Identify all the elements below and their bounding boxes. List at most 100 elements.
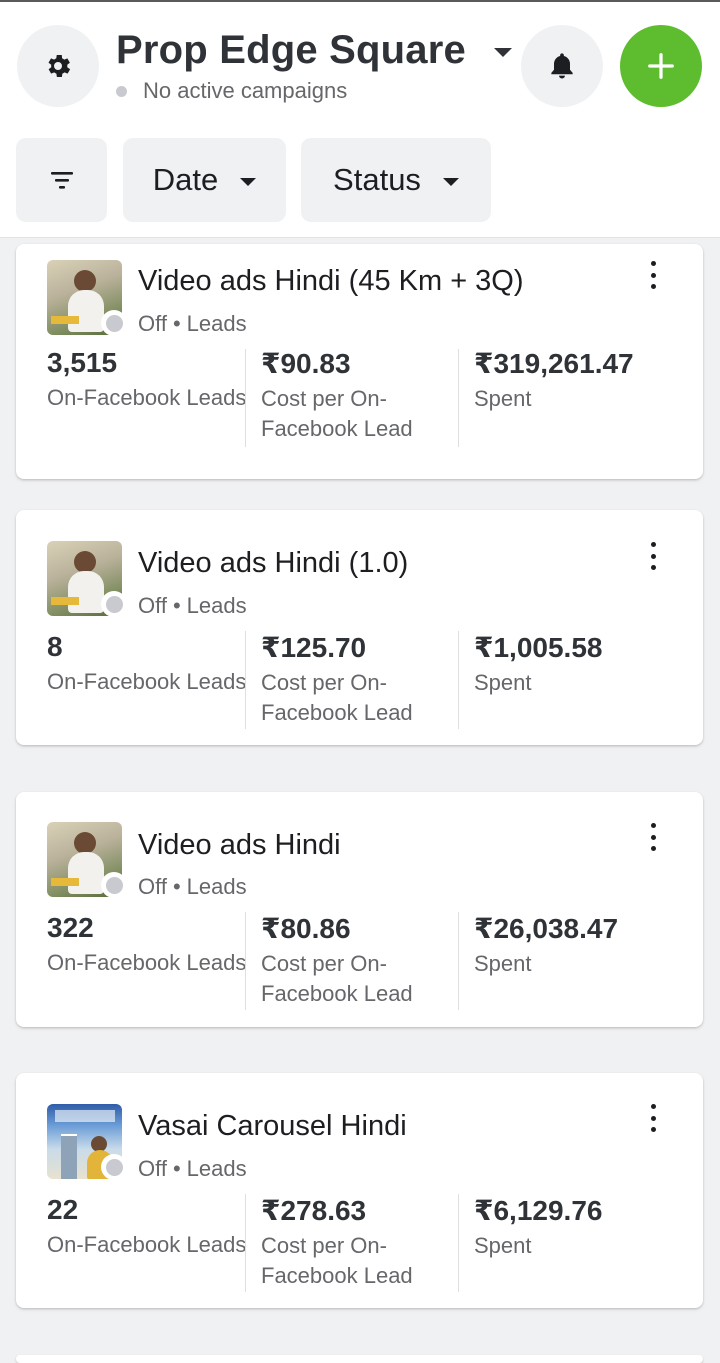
campaign-objective: Leads xyxy=(186,1156,247,1181)
thumbnail-headline xyxy=(55,1110,115,1122)
caret-down-icon xyxy=(442,177,459,186)
divider xyxy=(245,349,246,447)
date-filter-dropdown[interactable]: Date xyxy=(123,138,286,222)
campaign-status: Off xyxy=(138,311,167,336)
results-value: 8 xyxy=(47,631,63,662)
results-value: 22 xyxy=(47,1194,79,1225)
metric-spent: ₹26,038.47 Spent xyxy=(474,912,694,979)
status-indicator xyxy=(101,310,127,336)
dot xyxy=(650,846,656,851)
metric-results: 322 On-Facebook Leads xyxy=(47,912,247,978)
campaign-objective: Leads xyxy=(186,593,247,618)
status-filter-dropdown[interactable]: Status xyxy=(301,138,491,222)
results-label: On-Facebook Leads xyxy=(47,950,247,975)
divider xyxy=(245,1194,246,1292)
spent-label: Spent xyxy=(474,670,532,695)
cost-label: Cost per On-Facebook Lead xyxy=(261,951,413,1006)
metric-results: 22 On-Facebook Leads xyxy=(47,1194,247,1260)
status-indicator-dot xyxy=(105,1158,123,1176)
campaign-status-summary: No active campaigns xyxy=(116,78,347,104)
dot xyxy=(650,284,656,289)
campaign-card[interactable]: Video ads Hindi Off • Leads 322 On-Faceboo… xyxy=(16,792,703,1027)
cost-label: Cost per On-Facebook Lead xyxy=(261,1233,413,1288)
thumbnail-body xyxy=(68,852,104,894)
campaign-status-line: Off • Leads xyxy=(138,311,247,337)
divider xyxy=(245,631,246,729)
campaign-card[interactable]: Video ads Hindi (1.0) Off • Leads 8 On-Fac… xyxy=(16,510,703,745)
spent-label: Spent xyxy=(474,386,532,411)
metric-spent: ₹319,261.47 Spent xyxy=(474,347,694,414)
cost-label: Cost per On-Facebook Lead xyxy=(261,670,413,725)
results-value: 3,515 xyxy=(47,347,118,378)
status-indicator xyxy=(101,1154,127,1180)
dot xyxy=(650,553,656,559)
status-indicator-dot xyxy=(105,314,123,332)
thumbnail-body xyxy=(68,290,104,332)
status-filter-label: Status xyxy=(333,162,421,197)
thumbnail-band xyxy=(51,316,79,324)
account-selector[interactable]: Prop Edge Square xyxy=(116,28,512,73)
campaign-status: Off xyxy=(138,874,167,899)
results-label: On-Facebook Leads xyxy=(47,1232,247,1257)
status-indicator xyxy=(101,591,127,617)
metric-spent: ₹6,129.76 Spent xyxy=(474,1194,694,1261)
campaign-status-line: Off • Leads xyxy=(138,874,247,900)
divider xyxy=(245,912,246,1010)
thumbnail-band xyxy=(51,597,79,605)
metric-cost: ₹90.83 Cost per On-Facebook Lead xyxy=(261,347,459,444)
separator-dot: • xyxy=(172,874,181,899)
more-options-button[interactable] xyxy=(638,538,668,574)
create-campaign-button[interactable] xyxy=(620,25,702,107)
settings-button[interactable] xyxy=(17,25,99,107)
app-header: Prop Edge Square No active campaigns Dat… xyxy=(0,2,720,238)
results-label: On-Facebook Leads xyxy=(47,669,247,694)
more-options-button[interactable] xyxy=(638,1100,668,1136)
spent-label: Spent xyxy=(474,1233,532,1258)
campaign-status-line: Off • Leads xyxy=(138,593,247,619)
status-indicator xyxy=(101,872,127,898)
campaign-card[interactable]: Vasai Carousel Hindi Off • Leads 22 On-Fac… xyxy=(16,1073,703,1308)
chevron-down-icon xyxy=(493,48,512,57)
dot xyxy=(650,834,656,840)
metric-cost: ₹80.86 Cost per On-Facebook Lead xyxy=(261,912,459,1009)
campaign-name: Video ads Hindi (1.0) xyxy=(138,547,409,579)
campaign-name: Vasai Carousel Hindi xyxy=(138,1110,407,1142)
gear-icon xyxy=(48,55,71,77)
thumbnail-person xyxy=(74,832,96,854)
spent-value: ₹6,129.76 xyxy=(474,1195,603,1226)
campaign-objective: Leads xyxy=(186,311,247,336)
dot xyxy=(650,1127,656,1132)
thumbnail-building xyxy=(61,1134,77,1179)
bell-icon xyxy=(551,53,573,79)
metric-results: 8 On-Facebook Leads xyxy=(47,631,247,697)
thumbnail-band xyxy=(51,878,79,886)
campaign-card-peek[interactable] xyxy=(16,1355,703,1363)
campaign-status: Off xyxy=(138,593,167,618)
dot xyxy=(650,565,656,570)
dot xyxy=(650,1104,656,1109)
cost-value: ₹278.63 xyxy=(261,1195,367,1226)
spent-value: ₹319,261.47 xyxy=(474,348,634,379)
more-options-button[interactable] xyxy=(638,257,668,293)
status-indicator-dot xyxy=(105,876,123,894)
campaign-name: Video ads Hindi (45 Km + 3Q) xyxy=(138,265,524,297)
cost-value: ₹90.83 xyxy=(261,348,351,379)
separator-dot: • xyxy=(172,311,181,336)
notifications-button[interactable] xyxy=(521,25,603,107)
divider xyxy=(458,631,459,729)
separator-dot: • xyxy=(172,593,181,618)
plus-icon xyxy=(648,53,674,79)
metric-cost: ₹278.63 Cost per On-Facebook Lead xyxy=(261,1194,459,1291)
date-filter-label: Date xyxy=(152,162,219,197)
account-title: Prop Edge Square xyxy=(116,28,466,72)
results-label: On-Facebook Leads xyxy=(47,385,247,410)
more-options-button[interactable] xyxy=(638,819,668,855)
divider xyxy=(458,912,459,1010)
campaign-card[interactable]: Video ads Hindi (45 Km + 3Q) Off • Leads 3… xyxy=(16,244,703,479)
account-subtitle: No active campaigns xyxy=(143,78,348,103)
filter-button[interactable] xyxy=(16,138,107,222)
campaign-name: Video ads Hindi xyxy=(138,829,341,861)
spent-value: ₹1,005.58 xyxy=(474,632,603,663)
spent-value: ₹26,038.47 xyxy=(474,913,619,944)
results-value: 322 xyxy=(47,912,94,943)
